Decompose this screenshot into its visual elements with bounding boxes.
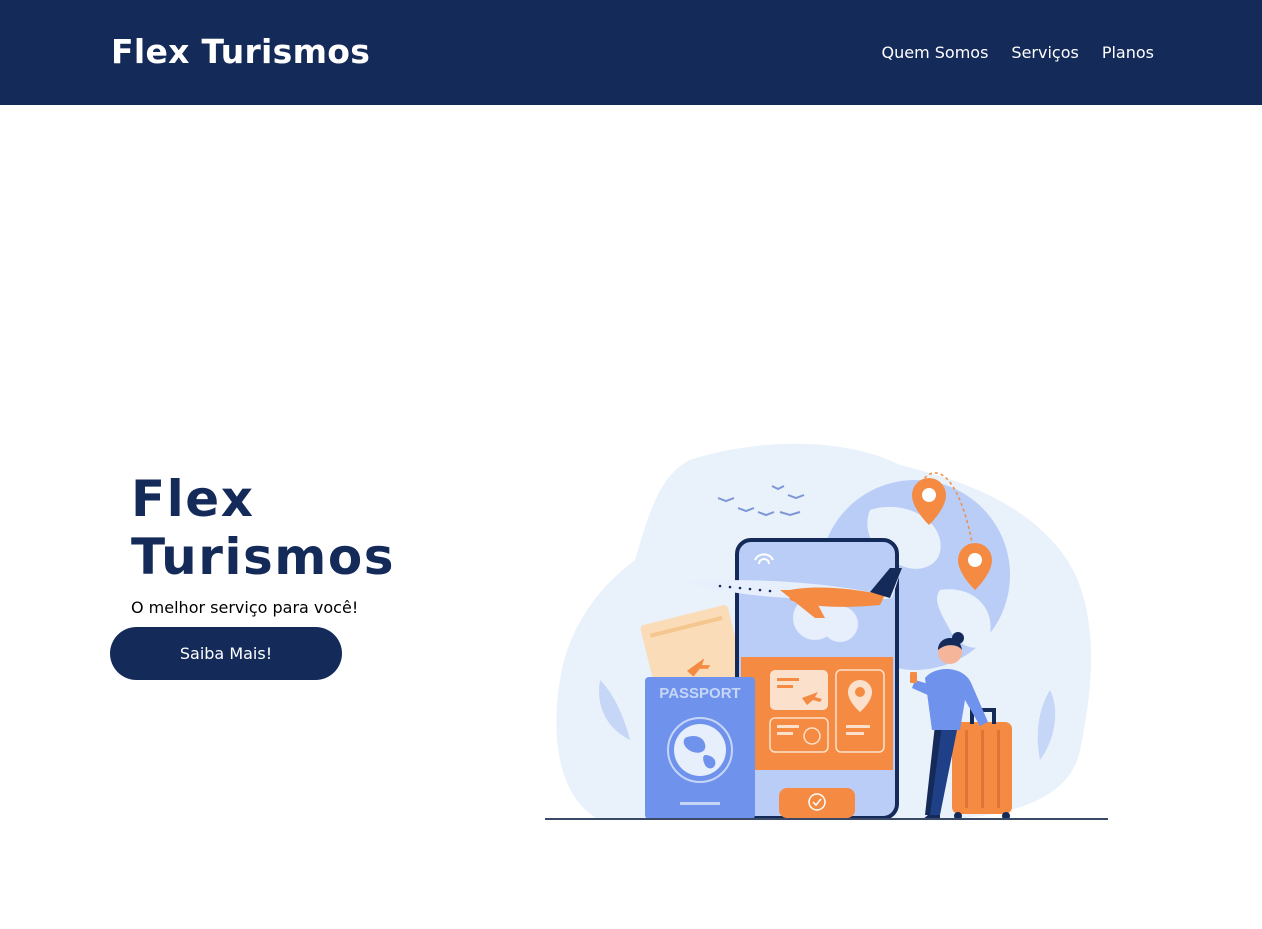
hero-title: Flex Turismos: [131, 470, 395, 586]
top-navbar: Flex Turismos Quem Somos Serviços Planos: [0, 0, 1262, 105]
passport-label: PASSPORT: [659, 685, 740, 702]
saiba-mais-button[interactable]: Saiba Mais!: [110, 627, 342, 680]
nav-link-planos[interactable]: Planos: [1102, 42, 1154, 64]
hero-subtitle: O melhor serviço para você!: [131, 598, 359, 617]
nav-link-servicos[interactable]: Serviços: [1011, 42, 1078, 64]
nav-menu: Quem Somos Serviços Planos: [882, 42, 1155, 64]
passport-icon: PASSPORT: [645, 677, 755, 819]
nav-link-quem-somos[interactable]: Quem Somos: [882, 42, 989, 64]
travel-illustration: PASSPORT: [545, 443, 1108, 820]
brand-logo[interactable]: Flex Turismos: [111, 30, 370, 74]
